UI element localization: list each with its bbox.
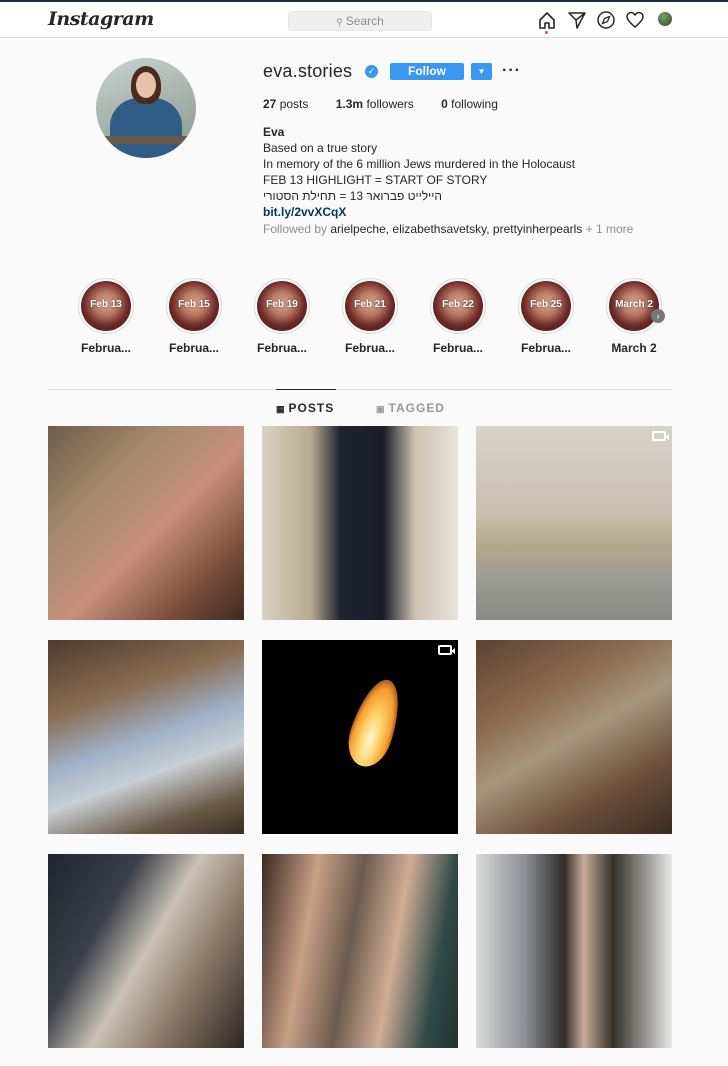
instagram-logo[interactable]: Instagram: [48, 8, 154, 30]
post-thumbnail[interactable]: [48, 854, 244, 1048]
highlight-caption: Februa...: [80, 341, 131, 355]
following-label: following: [451, 97, 498, 111]
followed-by-suffix: + 1 more: [585, 222, 634, 236]
tab-tagged-label: TAGGED: [388, 401, 445, 415]
followed-by-names: arielpeche, elizabethsavetsky, prettyinh…: [330, 222, 583, 236]
highlight-item[interactable]: Feb 15 Februa...: [164, 278, 224, 355]
follow-button[interactable]: Follow: [390, 63, 464, 80]
highlight-cover: Feb 15: [169, 281, 219, 331]
highlight-ring: Feb 13: [78, 278, 134, 334]
video-icon: [438, 645, 455, 655]
highlight-cover-label: Feb 25: [530, 299, 562, 310]
highlight-ring: Feb 21: [342, 278, 398, 334]
bio-line: FEB 13 HIGHLIGHT = START OF STORY: [263, 173, 488, 187]
highlight-cover-label: Feb 13: [90, 299, 122, 310]
profile-avatar[interactable]: [658, 12, 672, 26]
post-thumbnail[interactable]: [48, 426, 244, 620]
followers-count: 1.3m: [335, 97, 364, 111]
highlight-ring: Feb 19: [254, 278, 310, 334]
highlight-cover: Feb 22: [433, 281, 483, 331]
highlight-cover-label: Feb 21: [354, 299, 386, 310]
highlight-caption: Februa...: [520, 341, 571, 355]
followed-by[interactable]: Followed by arielpeche, elizabethsavetsk…: [263, 222, 673, 236]
highlight-caption: Februa...: [168, 341, 219, 355]
tab-posts[interactable]: ▦ POSTS: [276, 401, 334, 415]
highlight-cover: Feb 13: [81, 281, 131, 331]
grid-icon: ▦: [276, 404, 286, 414]
home-icon[interactable]: [539, 12, 555, 29]
search-placeholder: Search: [345, 14, 384, 28]
highlight-caption: Februa...: [432, 341, 483, 355]
highlight-item[interactable]: Feb 22 Februa...: [428, 278, 488, 355]
profile-username: eva.stories: [263, 61, 353, 81]
more-options-icon[interactable]: ···: [502, 62, 521, 80]
candle-flame: [341, 673, 409, 773]
video-icon: [652, 431, 669, 441]
highlight-ring: March 2: [606, 278, 662, 334]
search-input[interactable]: ⚲ Search: [288, 11, 432, 31]
story-highlights: Feb 13 Februa... Feb 15 Februa... Feb 19…: [76, 278, 676, 358]
tagged-icon: ▣: [376, 404, 386, 414]
highlight-caption: Februa...: [344, 341, 395, 355]
explore-icon[interactable]: [597, 11, 615, 29]
highlight-cover: Feb 25: [521, 281, 571, 331]
bio-line: Based on a true story: [263, 141, 378, 155]
posts-stat: 27 posts: [263, 97, 308, 111]
search-icon: ⚲: [336, 17, 343, 27]
nav-icons: [539, 11, 644, 29]
post-thumbnail[interactable]: [48, 640, 244, 834]
highlight-ring: Feb 22: [430, 278, 486, 334]
highlight-cover-label: Feb 15: [178, 299, 210, 310]
posts-count: 27: [263, 97, 277, 111]
direct-icon[interactable]: [568, 12, 586, 29]
post-thumbnail[interactable]: [476, 640, 672, 834]
highlight-caption: Februa...: [256, 341, 307, 355]
highlight-cover: Feb 19: [257, 281, 307, 331]
highlight-cover-label: Feb 19: [266, 299, 298, 310]
followers-label: followers: [366, 97, 414, 111]
highlight-item[interactable]: Feb 21 Februa...: [340, 278, 400, 355]
post-thumbnail[interactable]: [476, 426, 672, 620]
active-tab-indicator: [276, 389, 336, 390]
verified-badge-icon: ✓: [365, 65, 378, 78]
highlights-next-arrow-icon[interactable]: ›: [651, 309, 665, 323]
post-thumbnail[interactable]: [262, 426, 458, 620]
notification-dot: [545, 31, 548, 34]
following-count: 0: [441, 97, 448, 111]
highlight-ring: Feb 25: [518, 278, 574, 334]
followed-by-prefix: Followed by: [263, 222, 328, 236]
tab-posts-label: POSTS: [288, 401, 335, 415]
post-thumbnail[interactable]: [476, 854, 672, 1048]
post-thumbnail[interactable]: [262, 640, 458, 834]
highlight-cover-label: March 2: [615, 299, 653, 310]
bio-name: Eva: [263, 125, 285, 139]
highlight-caption: March 2: [611, 341, 657, 355]
profile-bio: Eva Based on a true story In memory of t…: [263, 124, 683, 220]
profile-picture[interactable]: [96, 58, 196, 158]
bio-link[interactable]: bit.ly/2vvXCqX: [263, 204, 683, 220]
highlight-item[interactable]: Feb 19 Februa...: [252, 278, 312, 355]
tab-tagged[interactable]: ▣ TAGGED: [376, 401, 445, 415]
activity-heart-icon[interactable]: [626, 11, 644, 28]
followers-stat[interactable]: 1.3m followers: [336, 97, 414, 111]
bio-line: In memory of the 6 million Jews murdered…: [263, 157, 576, 171]
suggested-dropdown-button[interactable]: ▼: [471, 63, 492, 80]
profile-stats: 27 posts 1.3m followers 0 following: [263, 97, 522, 111]
highlight-item[interactable]: Feb 25 Februa...: [516, 278, 576, 355]
posts-label: posts: [279, 97, 309, 111]
bio-line: היילייט פברואר 13 = תחילת הסטורי: [263, 189, 442, 203]
following-stat[interactable]: 0 following: [441, 97, 498, 111]
highlight-cover-label: Feb 22: [442, 299, 474, 310]
highlight-cover: Feb 21: [345, 281, 395, 331]
highlight-item[interactable]: Feb 13 Februa...: [76, 278, 136, 355]
highlight-ring: Feb 15: [166, 278, 222, 334]
post-thumbnail[interactable]: [262, 854, 458, 1048]
highlight-cover: March 2: [609, 281, 659, 331]
tabs-divider: [48, 389, 672, 390]
